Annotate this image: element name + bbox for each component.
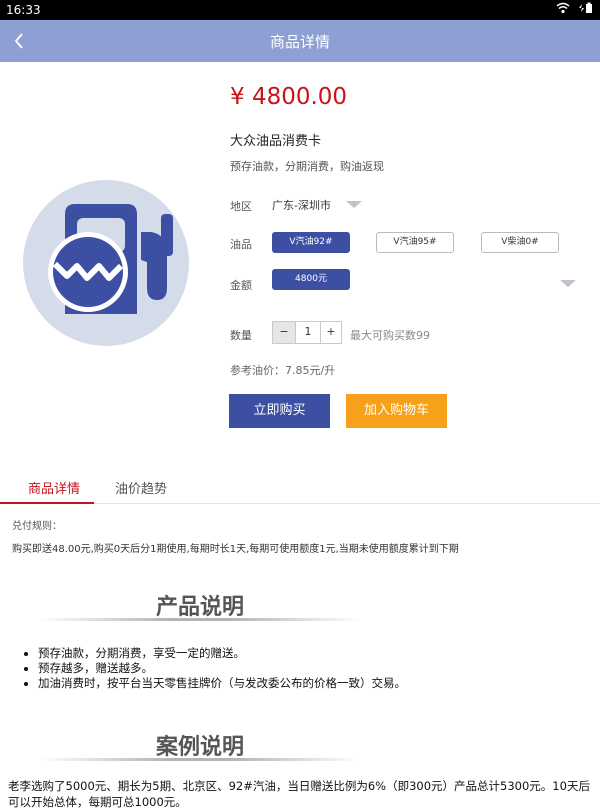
product-name: 大众油品消费卡 (230, 134, 322, 149)
product-info-title: 产品说明 (155, 595, 244, 620)
rules-title: 兑付规则： (12, 521, 62, 532)
fuel-option-92[interactable]: V汽油92# (272, 232, 350, 253)
product-info-list: 预存油款，分期消费，享受一定的赠送。 预存越多，赠送越多。 加油消费时，按平台当… (22, 646, 406, 691)
case-info-text: 老李选购了5000元、期长为5期、北京区、92#汽油，当日赠送比例为6%（即30… (8, 779, 590, 809)
quantity-stepper: − 1 + (272, 321, 342, 344)
battery-icon (579, 2, 592, 13)
fuel-label: 油品 (230, 238, 252, 251)
quantity-decrease-button[interactable]: − (273, 322, 296, 343)
amount-label: 金额 (230, 279, 252, 292)
rules-text: 购买即送48.00元,购买0天后分1期使用,每期时长1天,每期可使用额度1元,当… (12, 544, 459, 555)
status-bar: 16:33 (0, 0, 600, 20)
max-purchase-text: 最大可购买数99 (350, 329, 430, 342)
amount-dropdown-icon[interactable] (560, 280, 576, 287)
app-bar: 商品详情 (0, 20, 600, 62)
active-tab-indicator (0, 502, 94, 504)
quantity-input[interactable]: 1 (296, 322, 320, 343)
fuel-option-diesel[interactable]: V柴油0# (481, 232, 559, 253)
status-time: 16:33 (6, 3, 41, 17)
page-title: 商品详情 (269, 33, 330, 51)
region-dropdown-icon[interactable] (346, 201, 362, 208)
reference-price: 参考油价：7.85元/升 (230, 364, 336, 377)
tab-product-details[interactable]: 商品详情 (28, 478, 80, 497)
quantity-label: 数量 (230, 329, 252, 342)
list-item: 加油消费时，按平台当天零售挂牌价（与发改委公布的价格一致）交易。 (38, 676, 406, 691)
list-item: 预存油款，分期消费，享受一定的赠送。 (38, 646, 406, 661)
wifi-icon (556, 2, 570, 14)
case-info-title: 案例说明 (155, 735, 244, 760)
amount-option[interactable]: 4800元 (272, 269, 350, 290)
detail-tabs: 商品详情 油价趋势 (0, 470, 600, 504)
tab-price-trend[interactable]: 油价趋势 (115, 478, 167, 497)
fuel-option-95[interactable]: V汽油95# (376, 232, 454, 253)
section-divider (40, 618, 360, 621)
quantity-increase-button[interactable]: + (320, 322, 341, 343)
list-item: 预存越多，赠送越多。 (38, 661, 406, 676)
buy-now-button[interactable]: 立即购买 (229, 394, 330, 428)
product-price: ¥ 4800.00 (230, 84, 348, 110)
region-select[interactable]: 广东-深圳市 (272, 197, 331, 213)
fuel-pump-icon (23, 180, 189, 346)
status-icons (556, 2, 594, 14)
add-to-cart-button[interactable]: 加入购物车 (346, 394, 447, 428)
section-divider (40, 758, 360, 761)
product-description: 预存油款，分期消费，购油返现 (230, 160, 384, 173)
region-label: 地区 (230, 200, 252, 213)
